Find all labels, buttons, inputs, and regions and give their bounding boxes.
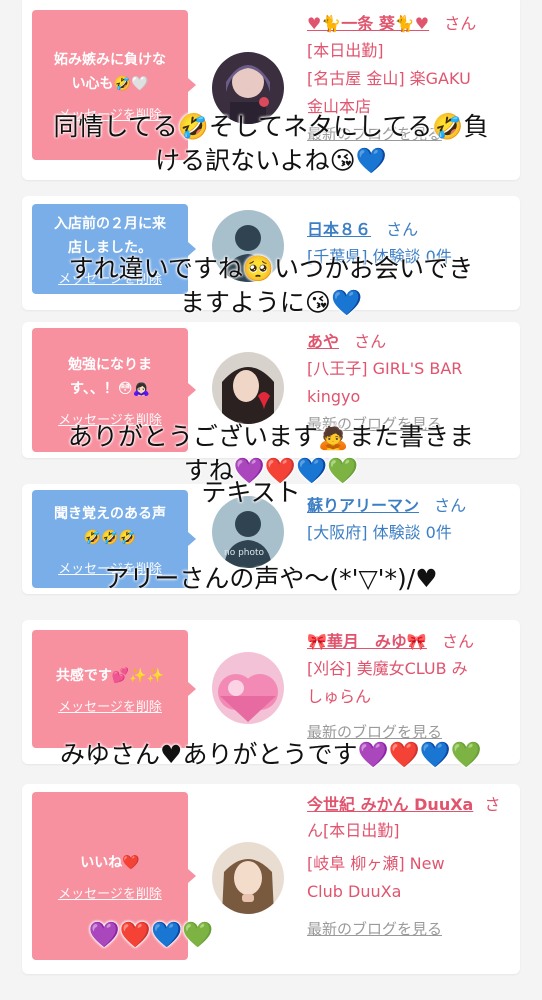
- message-bubble: 共感です💕✨✨ メッセージを削除: [32, 630, 196, 748]
- message-bubble: 妬み嫉みに負けな い心も🤣🤍 メッセージを削除: [32, 10, 196, 160]
- delete-message-link[interactable]: メッセージを削除: [58, 409, 162, 428]
- honorific: さん: [354, 332, 387, 351]
- delete-message-link[interactable]: メッセージを削除: [58, 104, 162, 123]
- shop-info-line[interactable]: [名古屋 金山] 楽GAKU: [307, 65, 512, 93]
- delete-message-link[interactable]: メッセージを削除: [58, 883, 162, 902]
- honorific: さん: [386, 220, 419, 239]
- message-text: いいね❤️: [80, 854, 140, 871]
- shop-info-line[interactable]: [八王子] GIRL'S BAR: [307, 355, 512, 383]
- latest-blog-link[interactable]: 最新のブログを見る: [307, 411, 512, 437]
- message-bubble: 勉強になりま す、、！😳🙇🏻‍♀️ メッセージを削除: [32, 328, 196, 452]
- shop-info-line: [本日出勤]: [307, 41, 384, 60]
- message-text: 入店前の２月に来 店しました。: [54, 215, 166, 256]
- honorific: さん: [441, 632, 474, 651]
- delete-message-link[interactable]: メッセージを削除: [58, 558, 162, 577]
- message-card: 聞き覚えのある声 🤣🤣🤣 メッセージを削除 no photo 蘇りアリーマン さ…: [22, 484, 520, 594]
- message-card: 妬み嫉みに負けな い心も🤣🤍 メッセージを削除 ♥🐈一条 葵🐈♥ さん [本日出…: [22, 0, 520, 180]
- profile-name-link[interactable]: 🎀華月 みゆ🎀: [307, 632, 427, 651]
- avatar[interactable]: [212, 352, 284, 424]
- message-text: 勉強になりま す、、！😳🙇🏻‍♀️: [68, 356, 152, 397]
- message-feed: 妬み嫉みに負けな い心も🤣🤍 メッセージを削除 ♥🐈一条 葵🐈♥ さん [本日出…: [0, 0, 542, 1000]
- profile-name-link[interactable]: ♥🐈一条 葵🐈♥: [307, 14, 429, 33]
- no-photo-caption: no photo: [224, 548, 265, 558]
- latest-blog-link[interactable]: 最新のブログを見る: [307, 719, 512, 745]
- profile-name-link[interactable]: 蘇りアリーマン: [307, 496, 419, 515]
- avatar[interactable]: [212, 52, 284, 124]
- delete-message-link[interactable]: メッセージを削除: [58, 268, 162, 287]
- shop-info-line: [大阪府] 体験談 0件: [307, 523, 452, 542]
- profile-info: ♥🐈一条 葵🐈♥ さん [本日出勤] [名古屋 金山] 楽GAKU 金山本店 最…: [307, 10, 512, 147]
- message-text: 共感です💕✨✨: [55, 667, 165, 684]
- profile-name-link[interactable]: 今世紀 みかん DuuXa: [307, 795, 473, 814]
- latest-blog-link[interactable]: 最新のブログを見る: [307, 121, 512, 147]
- profile-name-link[interactable]: あや: [307, 332, 339, 351]
- avatar[interactable]: [212, 842, 284, 914]
- avatar-no-photo[interactable]: [212, 210, 284, 282]
- avatar[interactable]: [212, 652, 284, 724]
- message-text: 聞き覚えのある声 🤣🤣🤣: [54, 505, 166, 546]
- message-bubble: いいね❤️ メッセージを削除: [32, 792, 196, 960]
- message-card: 共感です💕✨✨ メッセージを削除 🎀華月 みゆ🎀 さん [刈谷] 美魔女CLUB…: [22, 620, 520, 764]
- avatar-no-photo[interactable]: no photo: [212, 496, 284, 568]
- shop-info-line[interactable]: [刈谷] 美魔女CLUB み: [307, 655, 512, 683]
- profile-info: あや さん [八王子] GIRL'S BAR kingyo 最新のブログを見る: [307, 328, 512, 437]
- shop-info-line[interactable]: 金山本店: [307, 93, 512, 121]
- message-bubble: 聞き覚えのある声 🤣🤣🤣 メッセージを削除: [32, 490, 196, 588]
- shop-info-line[interactable]: [岐阜 柳ヶ瀬] New: [307, 850, 512, 878]
- shop-info-line[interactable]: しゅらん: [307, 683, 512, 711]
- honorific: さん: [434, 496, 467, 515]
- profile-info: 🎀華月 みゆ🎀 さん [刈谷] 美魔女CLUB み しゅらん 最新のブログを見る: [307, 628, 512, 745]
- message-card: 勉強になりま す、、！😳🙇🏻‍♀️ メッセージを削除 あや さん [八王子] G…: [22, 322, 520, 458]
- profile-name-link[interactable]: 日本８６: [307, 220, 371, 239]
- delete-message-link[interactable]: メッセージを削除: [58, 696, 162, 715]
- message-text: 妬み嫉みに負けな い心も🤣🤍: [54, 51, 166, 92]
- latest-blog-link[interactable]: 最新のブログを見る: [307, 916, 512, 942]
- shop-info-line: [千葉県] 体験談 0件: [307, 247, 452, 266]
- message-bubble: 入店前の２月に来 店しました。 メッセージを削除: [32, 204, 196, 294]
- shop-info-line[interactable]: kingyo: [307, 383, 512, 411]
- message-card: 入店前の２月に来 店しました。 メッセージを削除 日本８６ さん [千葉県] 体…: [22, 196, 520, 310]
- shop-info-line[interactable]: Club DuuXa: [307, 878, 512, 906]
- profile-info: 日本８６ さん [千葉県] 体験談 0件: [307, 216, 512, 271]
- honorific: さん: [444, 14, 477, 33]
- profile-info: 今世紀 みかん DuuXa さん[本日出勤] [岐阜 柳ヶ瀬] New Club…: [307, 792, 512, 942]
- profile-info: 蘇りアリーマン さん [大阪府] 体験談 0件: [307, 492, 512, 547]
- message-card: いいね❤️ メッセージを削除 今世紀 みかん DuuXa さん[本日出勤] [岐…: [22, 784, 520, 974]
